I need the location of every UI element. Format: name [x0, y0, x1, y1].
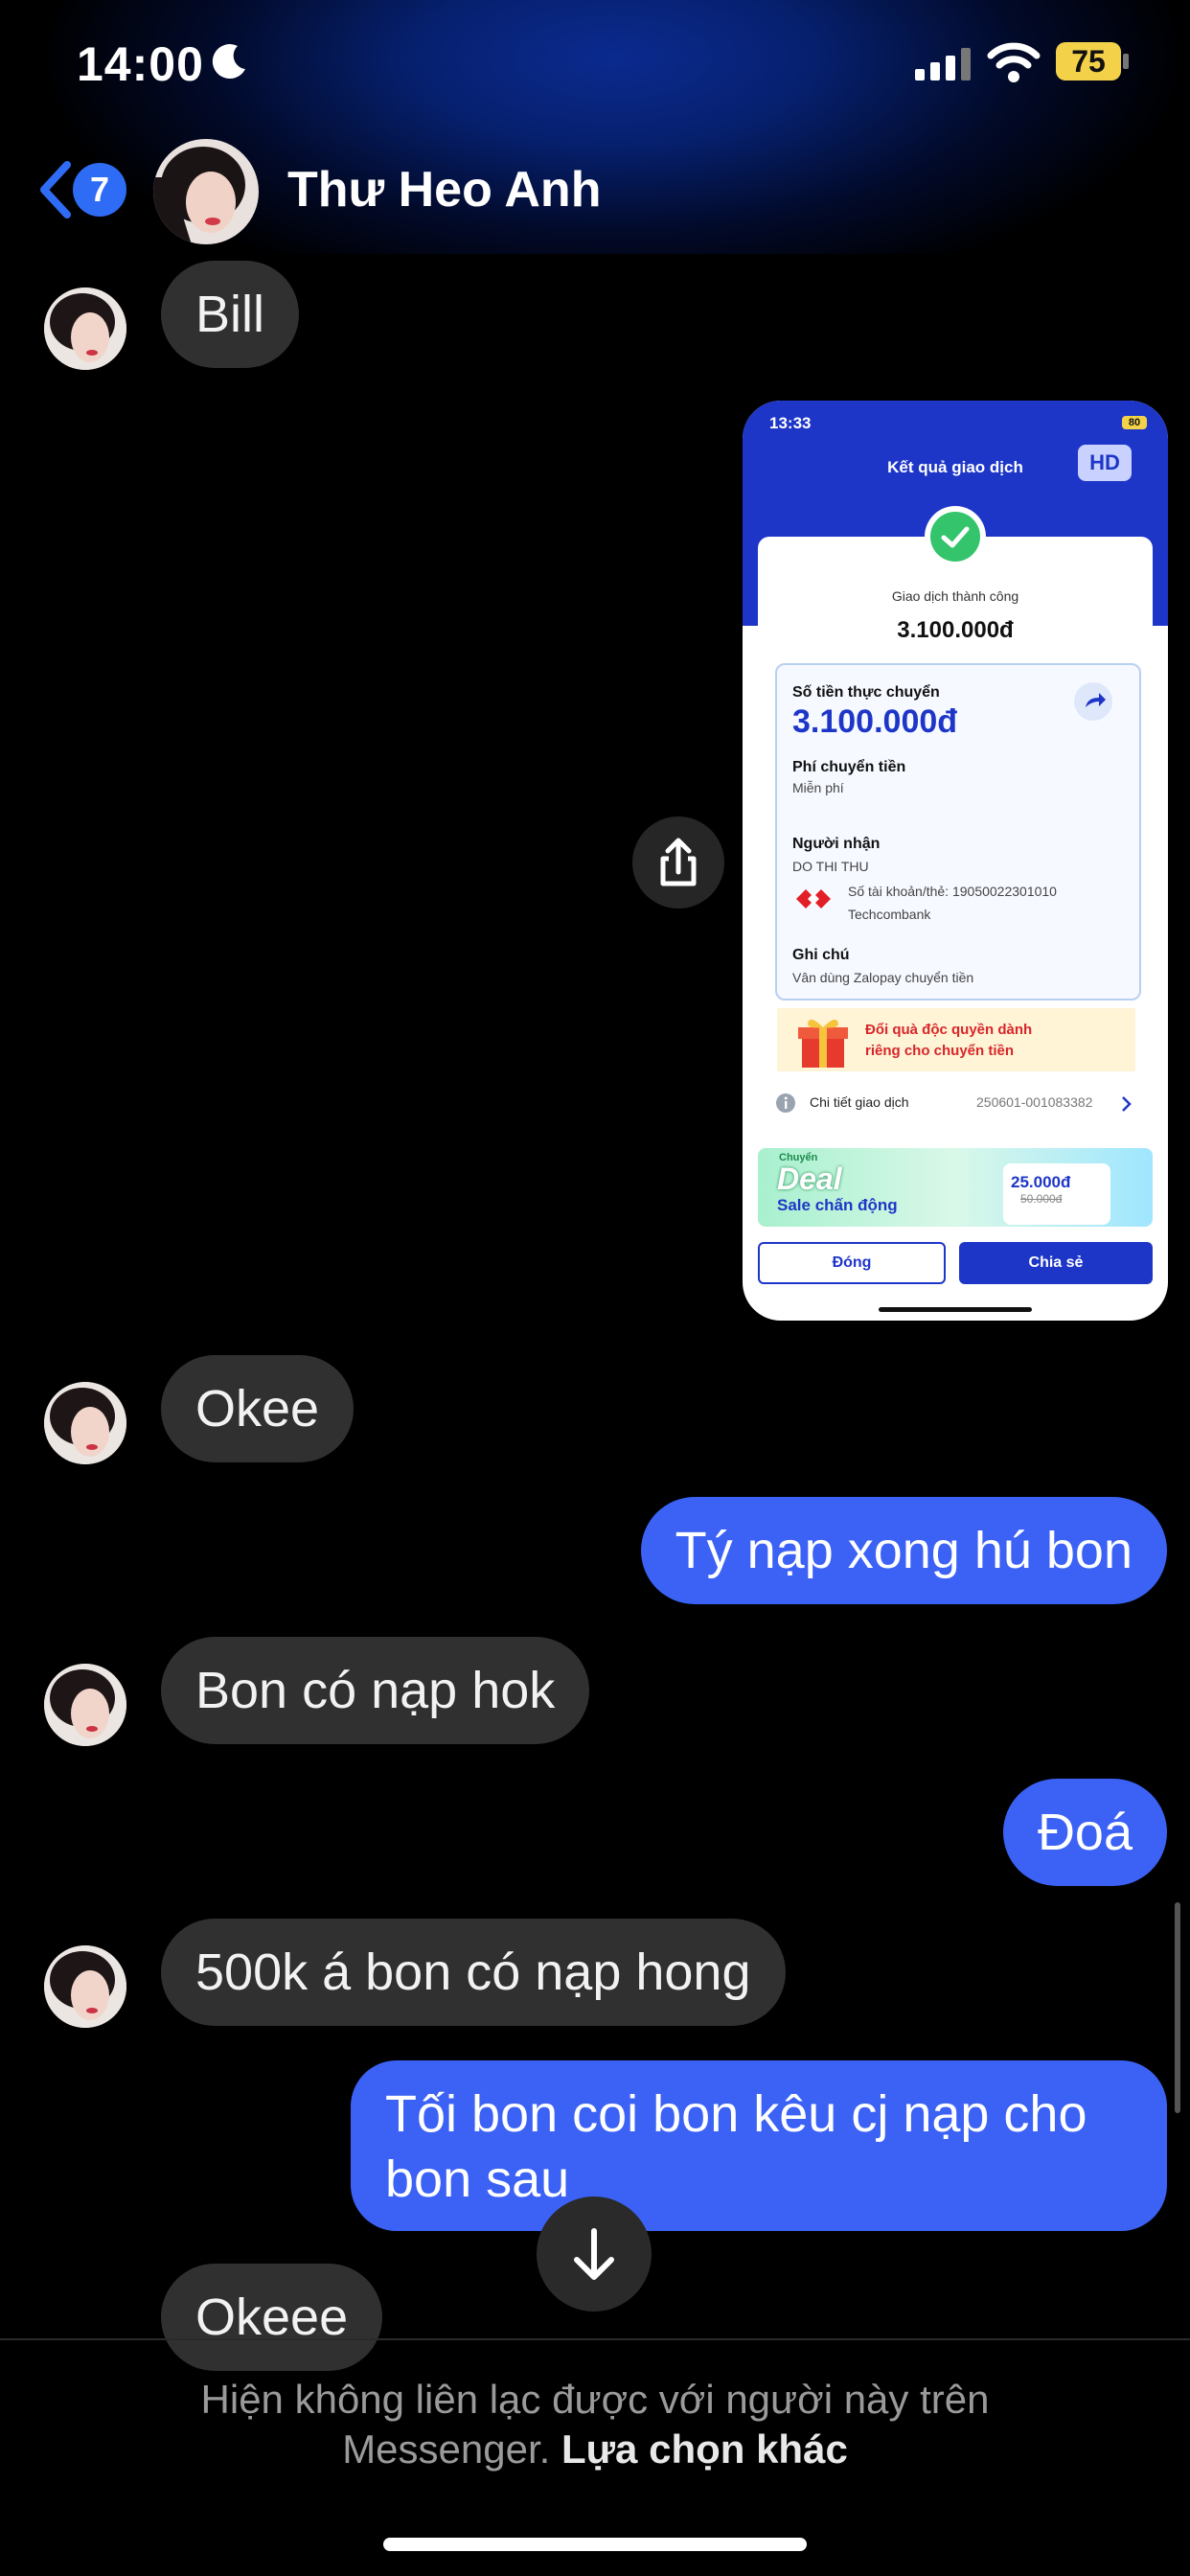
contact-name[interactable]: Thư Heo Anh [287, 161, 601, 218]
info-icon [776, 1093, 795, 1113]
screenshot-recipient-name: DO THI THU [792, 859, 869, 874]
screenshot-home-indicator [879, 1307, 1032, 1312]
screenshot-note-label: Ghi chú [792, 947, 850, 963]
screenshot-transfer-amount: 3.100.000đ [792, 703, 958, 740]
screenshot-note-value: Vân dùng Zalopay chuyển tiền [792, 970, 974, 985]
notice-line1: Hiện không liên lạc được với người này t… [200, 2377, 990, 2422]
scroll-to-bottom-button[interactable] [537, 2196, 652, 2312]
screenshot-banner-old-price: 50.000đ [1020, 1192, 1063, 1206]
screenshot-banner-price: 25.000đ [1011, 1173, 1071, 1191]
message-bubble-outgoing[interactable]: Tối bon coi bon kêu cj nạp cho bon sau [351, 2060, 1167, 2231]
screenshot-banner-deal: Deal [777, 1162, 842, 1196]
cellular-signal-icon [915, 48, 971, 80]
notice-line2: Messenger. Lựa chọn khác [0, 2425, 1190, 2474]
back-unread-badge[interactable]: 7 [73, 163, 126, 217]
techcombank-logo-icon [796, 889, 831, 908]
screenshot-share-button: Chia sẻ [959, 1242, 1153, 1284]
screenshot-transfer-label: Số tiền thực chuyển [792, 684, 940, 701]
message-bubble-incoming[interactable]: Bill [161, 261, 300, 368]
message-bubble-incoming[interactable]: Okee [161, 1355, 355, 1462]
screenshot-fee-value: Miễn phí [792, 780, 844, 795]
message-bubble-outgoing[interactable]: Đoá [1002, 1779, 1167, 1886]
screenshot-detail-label: Chi tiết giao dịch [810, 1094, 909, 1110]
screenshot-account-line: Số tài khoản/thẻ: 19050022301010 [848, 884, 1057, 899]
screenshot-amount: 3.100.000đ [897, 617, 1014, 643]
screenshot-time: 13:33 [769, 414, 812, 432]
notice-prefix: Messenger. [342, 2426, 561, 2472]
avatar [44, 288, 126, 370]
contact-avatar[interactable] [153, 139, 259, 244]
screenshot-fee-label: Phí chuyển tiền [792, 759, 906, 775]
scrollbar[interactable] [1175, 1902, 1180, 2113]
other-options-link[interactable]: Lựa chọn khác [561, 2426, 848, 2472]
share-icon [660, 838, 697, 886]
message-bubble-incoming[interactable]: 500k á bon có nạp hong [161, 1919, 786, 2026]
message-bubble-outgoing[interactable]: Tý nạp xong hú bon [640, 1497, 1167, 1604]
screenshot-hd-badge: HD [1078, 445, 1132, 481]
message-bubble-incoming[interactable]: Bon có nạp hok [161, 1637, 590, 1744]
screenshot-close-button: Đóng [758, 1242, 946, 1284]
screenshot-result: Giao dịch thành công [891, 588, 1019, 604]
screenshot-bank: Techcombank [848, 907, 931, 922]
screenshot-forward-button [1074, 682, 1112, 721]
unreachable-notice: Hiện không liên lạc được với người này t… [0, 2375, 1190, 2474]
arrow-down-icon [574, 2228, 614, 2280]
forward-arrow-icon [1086, 693, 1106, 707]
home-indicator [383, 2538, 807, 2551]
screenshot-banner-sale: Sale chấn động [777, 1196, 898, 1214]
message-bubble-incoming[interactable]: Okeee [161, 2264, 383, 2371]
screenshot-battery: 80 [1122, 416, 1147, 429]
screenshot-recipient-label: Người nhận [792, 836, 881, 852]
screenshot-promo-line2: riêng cho chuyển tiền [865, 1043, 1015, 1059]
avatar [44, 1664, 126, 1746]
check-icon [930, 512, 980, 562]
screenshot-detail-id: 250601-001083382 [976, 1094, 1093, 1110]
back-chevron-icon[interactable] [36, 161, 75, 218]
shared-transaction-screenshot[interactable]: 13:33 80 Kết quả giao dịch HD Giao dịch … [743, 401, 1168, 1321]
avatar [44, 1382, 126, 1464]
moon-icon [212, 44, 245, 80]
footer-divider [0, 2338, 1190, 2340]
share-image-button[interactable] [632, 816, 724, 908]
gift-icon [798, 1019, 848, 1068]
screenshot-promo-line1: Đổi quà độc quyền dành [865, 1022, 1033, 1038]
status-time: 14:00 [77, 37, 204, 91]
battery-tip [1123, 54, 1129, 69]
wifi-icon [987, 42, 1041, 82]
avatar [44, 1945, 126, 2028]
battery-level: 75 [1056, 42, 1121, 80]
chevron-right-icon [1122, 1096, 1132, 1112]
